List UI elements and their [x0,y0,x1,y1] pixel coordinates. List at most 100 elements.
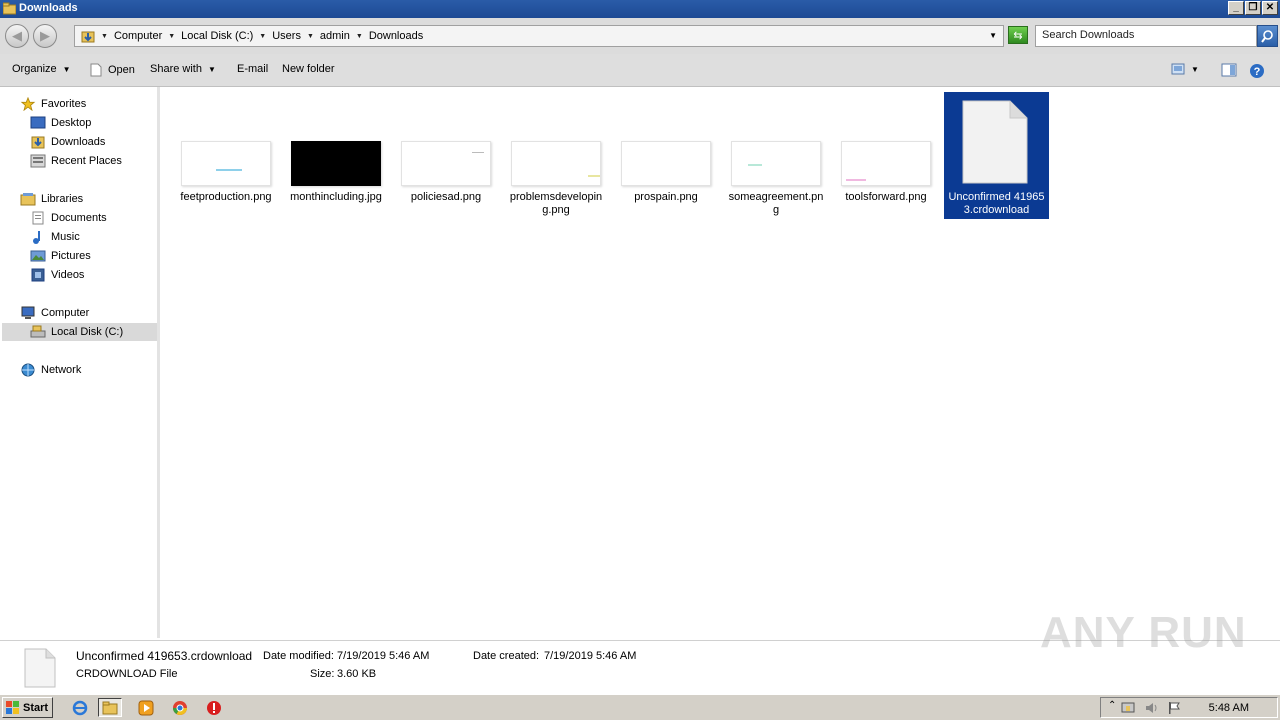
chevron-down-icon[interactable]: ▼ [356,33,363,40]
nav-network-label: Network [41,364,82,376]
computer-icon [21,306,35,319]
libraries-icon [20,193,36,206]
preview-pane-button[interactable] [1221,63,1237,77]
organize-button[interactable]: Organize ▼ [12,63,71,75]
start-button[interactable]: Start [2,697,53,718]
help-button[interactable]: ? [1249,63,1265,79]
search-input[interactable]: Search Downloads [1035,25,1257,47]
videos-icon [31,268,45,282]
forward-button[interactable]: ▶ [33,24,57,48]
system-tray: ⌃ 5:48 AM [1100,697,1278,718]
nav-documents[interactable]: Documents [30,211,107,225]
breadcrumb: ▼ Computer ▼ Local Disk (C:) ▼ Users ▼ a… [81,29,423,43]
nav-videos[interactable]: Videos [30,268,84,282]
downloads-folder-icon [31,136,45,149]
file-name: feetproduction.png [180,191,272,203]
documents-icon [32,211,44,225]
folder-icon [102,701,118,714]
window-title: Downloads [19,2,78,14]
change-view-button[interactable]: ▼ [1171,63,1199,75]
image-thumbnail [511,141,601,186]
open-button[interactable]: Open [90,63,135,77]
file-name: monthincluding.jpg [290,191,382,203]
file-item[interactable]: policiesad.png [396,141,496,221]
nav-pictures-label: Pictures [51,250,91,262]
date-created-value: 7/19/2019 5:46 AM [544,650,637,662]
share-with-button[interactable]: Share with ▼ [150,63,216,75]
nav-computer-label: Computer [41,307,90,319]
downloads-folder-icon [81,31,95,43]
email-button[interactable]: E-mail [237,63,268,75]
file-item[interactable]: monthincluding.jpg [286,141,386,221]
view-icon [1171,63,1185,75]
close-button[interactable]: ✕ [1262,1,1278,15]
file-item[interactable]: toolsforward.png [836,141,936,221]
file-item-selected[interactable]: Unconfirmed 419653.crdownload [944,92,1049,219]
details-file-name: Unconfirmed 419653.crdownload [76,649,253,663]
file-item[interactable]: problemsdeveloping.png [506,141,606,221]
address-dropdown-icon[interactable]: ▼ [989,31,997,40]
organize-label: Organize [12,63,57,75]
navigation-pane: Favorites Desktop Downloads Recent Place… [0,87,160,638]
nav-desktop[interactable]: Desktop [30,116,91,130]
details-file-type: CRDOWNLOAD File [76,668,178,680]
restore-button[interactable]: ❐ [1245,1,1261,15]
chevron-down-icon[interactable]: ▼ [101,33,108,40]
nav-downloads-label: Downloads [51,136,106,148]
file-name: policiesad.png [410,191,482,203]
nav-music[interactable]: Music [30,230,80,244]
chevron-down-icon: ▼ [62,64,71,74]
nav-local-disk[interactable]: Local Disk (C:) [30,325,123,339]
file-name: toolsforward.png [845,191,927,203]
search-icon[interactable] [1257,25,1278,47]
crumb-local-disk[interactable]: Local Disk (C:) [181,30,253,42]
watermark: ANY RUN [1040,608,1247,657]
crumb-downloads[interactable]: Downloads [369,30,423,42]
crumb-users[interactable]: Users [272,30,301,42]
nav-pictures[interactable]: Pictures [30,249,91,263]
nav-computer[interactable]: Computer [20,306,89,320]
new-folder-label: New folder [282,63,335,75]
date-modified-value: 7/19/2019 5:46 AM [337,650,430,662]
file-list: feetproduction.png monthincluding.jpg po… [160,87,1280,638]
pictures-icon [30,250,46,262]
flag-icon[interactable] [1167,701,1181,715]
nav-favorites-label: Favorites [41,98,87,110]
media-player-icon[interactable] [134,698,158,717]
crumb-computer[interactable]: Computer [114,30,162,42]
file-item[interactable]: feetproduction.png [176,141,276,221]
minimize-button[interactable]: _ [1228,1,1244,15]
internet-explorer-icon[interactable] [68,698,92,717]
show-hidden-icons-icon[interactable]: ⌃ [1108,700,1116,711]
nav-favorites[interactable]: Favorites [20,97,86,111]
explorer-taskbar-button[interactable] [98,698,122,717]
action-center-icon[interactable] [1121,701,1135,715]
file-item[interactable]: someagreement.png [726,141,826,221]
stop-icon[interactable] [202,698,226,717]
nav-network[interactable]: Network [20,363,81,377]
chevron-down-icon[interactable]: ▼ [168,33,175,40]
nav-videos-label: Videos [51,269,85,281]
hard-drive-icon [30,325,46,338]
email-label: E-mail [237,63,269,75]
back-button[interactable]: ◀ [5,24,29,48]
crumb-admin[interactable]: admin [320,30,350,42]
date-modified-label: Date modified: [263,650,334,662]
new-folder-button[interactable]: New folder [282,63,335,75]
open-label: Open [108,64,135,76]
document-icon [90,63,102,77]
nav-libraries[interactable]: Libraries [20,192,83,206]
chevron-down-icon[interactable]: ▼ [307,33,314,40]
nav-downloads[interactable]: Downloads [30,135,105,149]
chevron-down-icon[interactable]: ▼ [259,33,266,40]
file-name: someagreement.png [728,191,824,216]
refresh-button[interactable]: ⇆ [1008,26,1028,44]
blank-file-icon [962,100,1028,184]
file-item[interactable]: prospain.png [616,141,716,221]
nav-recent-places[interactable]: Recent Places [30,154,122,168]
address-bar[interactable]: ▼ Computer ▼ Local Disk (C:) ▼ Users ▼ a… [74,25,1004,47]
chrome-icon[interactable] [168,698,192,717]
volume-icon[interactable] [1145,701,1159,715]
music-icon [33,231,40,244]
clock[interactable]: 5:48 AM [1209,702,1249,714]
